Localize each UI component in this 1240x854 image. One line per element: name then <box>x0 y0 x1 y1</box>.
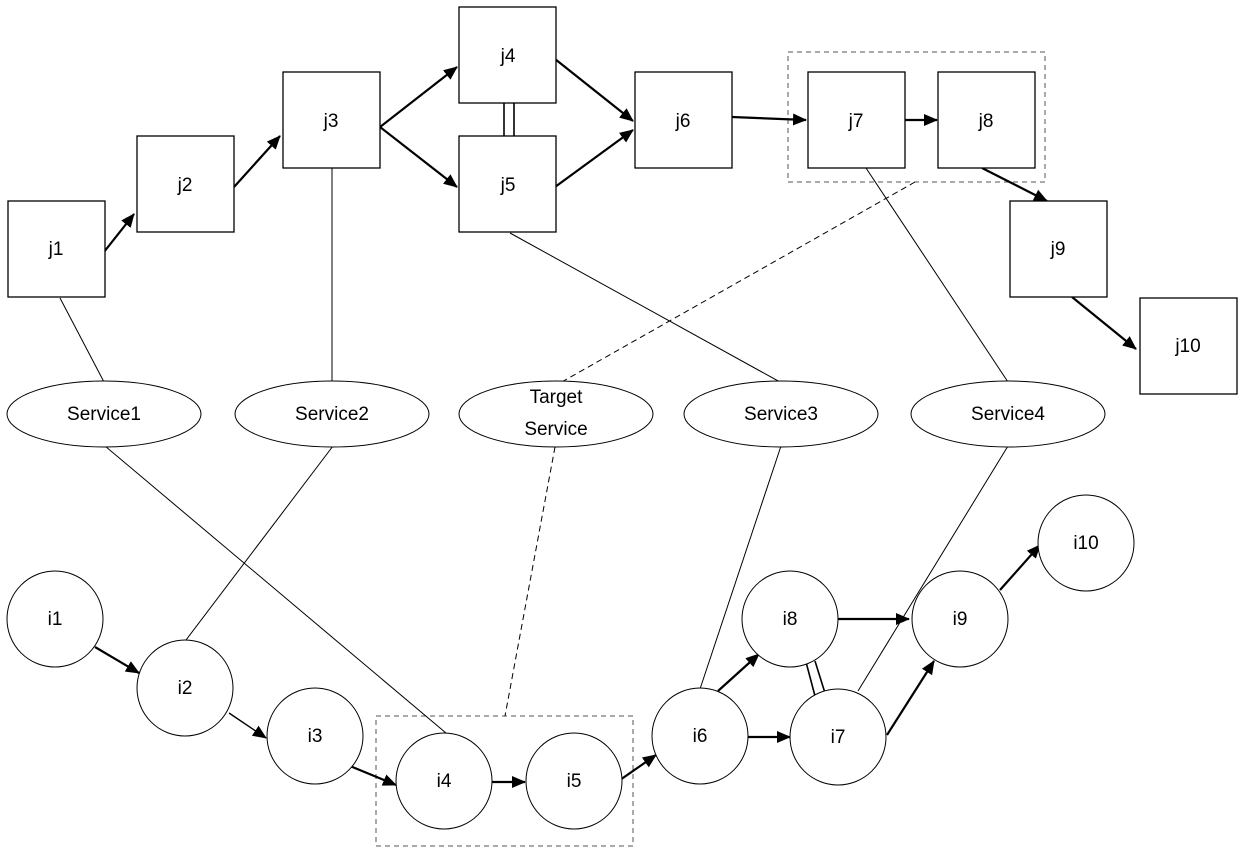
edge-j1-j2 <box>103 213 135 253</box>
node-j1-label: j1 <box>48 239 64 260</box>
node-j2-label: j2 <box>177 175 193 196</box>
node-i9-label: i9 <box>953 609 968 630</box>
edge-j8-j9 <box>981 167 1048 202</box>
node-j3-label: j3 <box>323 111 339 132</box>
node-i5-label: i5 <box>567 771 582 792</box>
node-j10: j10 <box>1139 297 1238 395</box>
target-service-label-line1: Target <box>530 387 584 408</box>
node-j6: j6 <box>634 71 733 169</box>
node-j9-label: j9 <box>1050 239 1066 260</box>
edge-j5-j6 <box>554 129 634 188</box>
node-i2-label: i2 <box>178 678 193 699</box>
node-j4-label: j4 <box>500 46 516 67</box>
node-j7-label: j7 <box>848 111 864 132</box>
edge-j6-j7 <box>731 113 807 126</box>
service-3: Service3 <box>683 380 879 448</box>
node-j2: j2 <box>136 135 235 233</box>
node-j8-label: j8 <box>978 111 994 132</box>
parallel-i8-i7-a <box>805 661 816 697</box>
service-4-label: Service4 <box>971 404 1045 425</box>
edge-j3-j4 <box>379 66 458 128</box>
node-j10-label: j10 <box>1174 336 1200 357</box>
node-i3: i3 <box>266 687 364 785</box>
node-i7: i7 <box>789 688 887 786</box>
edge-j9-j10 <box>1071 296 1137 350</box>
node-i6: i6 <box>651 687 749 785</box>
node-i4: i4 <box>395 732 493 830</box>
node-j8: j8 <box>937 71 1036 169</box>
node-i7-label: i7 <box>831 727 846 748</box>
node-i5: i5 <box>525 732 623 830</box>
edge-i9-i10 <box>999 544 1041 591</box>
node-j9: j9 <box>1009 200 1108 298</box>
edge-i6-i8 <box>717 653 760 692</box>
node-i10: i10 <box>1037 494 1135 592</box>
assoc-target-top-group <box>559 181 916 384</box>
service-1-label: Service1 <box>67 404 141 425</box>
target-service: Target Service <box>458 380 654 448</box>
assoc-j7-service4 <box>865 167 1009 383</box>
node-j5-label: j5 <box>500 175 516 196</box>
node-j7: j7 <box>807 71 906 169</box>
edge-i2-i3 <box>228 712 267 739</box>
assoc-j1-service1 <box>59 297 105 383</box>
node-i1-label: i1 <box>48 609 63 630</box>
edge-i1-i2 <box>94 646 140 674</box>
node-j1: j1 <box>7 200 106 298</box>
service-2: Service2 <box>234 380 430 448</box>
node-j5: j5 <box>458 135 557 233</box>
service-3-label: Service3 <box>744 404 818 425</box>
node-i2: i2 <box>136 639 234 737</box>
node-i3-label: i3 <box>308 726 323 747</box>
node-j3: j3 <box>282 71 381 169</box>
assoc-target-bottom-group <box>504 446 556 717</box>
edge-j2-j3 <box>233 135 281 188</box>
service-2-label: Service2 <box>295 404 369 425</box>
service-1: Service1 <box>6 380 202 448</box>
node-i8-label: i8 <box>783 609 798 630</box>
edge-i5-i6 <box>619 754 657 781</box>
node-j6-label: j6 <box>675 111 691 132</box>
edge-j4-j6 <box>554 58 634 122</box>
workflow-service-mapping-diagram: j1 j2 j3 j4 j5 j6 j7 j8 j9 j10 Service1 <box>6 6 1238 847</box>
node-i9: i9 <box>911 570 1009 668</box>
edge-i3-i4 <box>349 764 397 787</box>
assoc-j5-service3 <box>509 232 781 383</box>
node-i10-label: i10 <box>1073 533 1098 554</box>
node-i6-label: i6 <box>693 726 708 747</box>
node-i4-label: i4 <box>437 771 452 792</box>
node-i8: i8 <box>741 570 839 668</box>
parallel-i8-i7-b <box>814 660 826 694</box>
assoc-service2-i2 <box>185 445 334 641</box>
node-j4: j4 <box>458 6 557 104</box>
edge-i7-i9 <box>886 660 935 736</box>
edge-j3-j5 <box>379 126 458 188</box>
target-service-label-line2: Service <box>524 419 587 440</box>
service-4: Service4 <box>910 380 1106 448</box>
node-i1: i1 <box>6 570 104 668</box>
